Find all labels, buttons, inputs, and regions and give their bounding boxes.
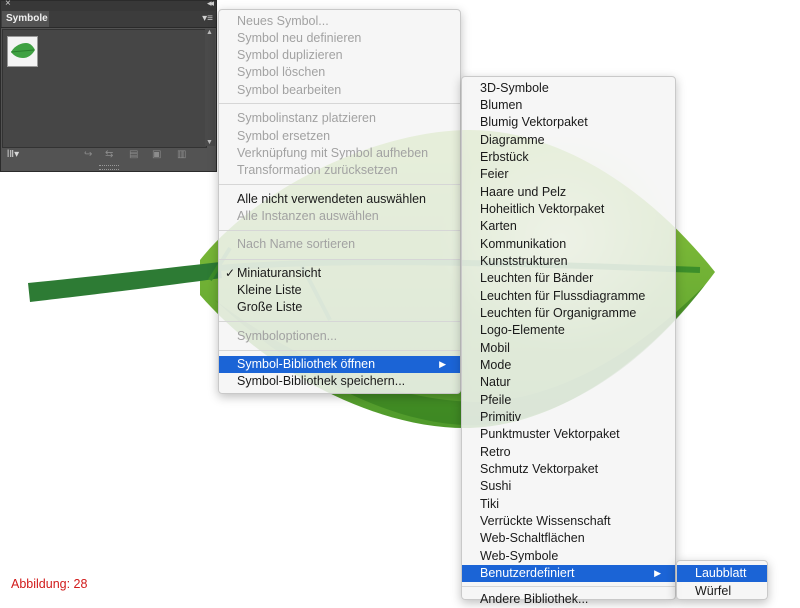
library-item[interactable]: Hoheitlich Vektorpaket: [462, 201, 675, 218]
menu-item-label: Symbol-Bibliothek öffnen: [237, 357, 376, 371]
menu-separator: [219, 103, 460, 104]
menu-item-select-all-instances[interactable]: Alle Instanzen auswählen: [219, 208, 460, 225]
menu-item-select-unused[interactable]: Alle nicht verwendeten auswählen: [219, 191, 460, 208]
menu-item-redefine-symbol[interactable]: Symbol neu definieren: [219, 30, 460, 47]
panel-flyout-menu: Neues Symbol... Symbol neu definieren Sy…: [218, 9, 461, 394]
library-item[interactable]: Schmutz Vektorpaket: [462, 461, 675, 478]
figure-caption: Abbildung: 28: [11, 577, 88, 591]
menu-separator: [462, 586, 675, 587]
library-item[interactable]: Logo-Elemente: [462, 322, 675, 339]
scroll-down-icon[interactable]: ▼: [206, 139, 213, 146]
library-item[interactable]: Natur: [462, 374, 675, 391]
library-item[interactable]: Leuchten für Bänder: [462, 270, 675, 287]
break-link-icon[interactable]: ⇆: [105, 149, 113, 160]
library-item[interactable]: Verrückte Wissenschaft: [462, 513, 675, 530]
tab-symbole[interactable]: Symbole: [2, 11, 49, 27]
collapse-icon[interactable]: ◂◂: [207, 0, 214, 9]
scroll-up-icon[interactable]: ▲: [206, 29, 213, 36]
menu-item-delete-symbol[interactable]: Symbol löschen: [219, 64, 460, 81]
panel-toolbar: lⅡ▾ ↪ ⇆ ▤ ▣ ▥: [1, 147, 216, 163]
library-item[interactable]: Kunststrukturen: [462, 253, 675, 270]
menu-item-new-symbol[interactable]: Neues Symbol...: [219, 13, 460, 30]
library-item[interactable]: Mobil: [462, 340, 675, 357]
leaf-stem: [28, 262, 222, 302]
custom-item-wuerfel[interactable]: Würfel: [677, 583, 767, 600]
panel-title-strip: × ◂◂: [1, 0, 216, 11]
library-item[interactable]: Pfeile: [462, 392, 675, 409]
panel-resize-grip[interactable]: [99, 165, 119, 170]
menu-separator: [219, 230, 460, 231]
panel-menu-icon[interactable]: ▾≡: [202, 13, 213, 24]
symbol-library-icon[interactable]: lⅡ▾: [7, 149, 19, 160]
menu-item-sort-by-name[interactable]: Nach Name sortieren: [219, 236, 460, 253]
place-instance-icon[interactable]: ↪: [84, 149, 92, 160]
menu-separator: [219, 259, 460, 260]
library-item[interactable]: Blumig Vektorpaket: [462, 114, 675, 131]
menu-separator: [219, 321, 460, 322]
menu-item-place-instance[interactable]: Symbolinstanz platzieren: [219, 110, 460, 127]
library-item-custom[interactable]: Benutzerdefiniert ▶: [462, 565, 675, 582]
custom-item-laubblatt[interactable]: Laubblatt: [677, 565, 767, 582]
library-item[interactable]: Feier: [462, 166, 675, 183]
library-item[interactable]: Tiki: [462, 496, 675, 513]
library-item[interactable]: Diagramme: [462, 132, 675, 149]
menu-item-label: Miniaturansicht: [237, 266, 322, 280]
library-item[interactable]: Erbstück: [462, 149, 675, 166]
menu-item-label: Benutzerdefiniert: [480, 566, 575, 580]
symbol-library-submenu: 3D-Symbole Blumen Blumig Vektorpaket Dia…: [461, 76, 676, 606]
custom-library-submenu: Laubblatt Würfel: [676, 560, 768, 600]
menu-item-save-symbol-library[interactable]: Symbol-Bibliothek speichern...: [219, 373, 460, 390]
menu-item-duplicate-symbol[interactable]: Symbol duplizieren: [219, 47, 460, 64]
symbol-thumbnail-laubblatt[interactable]: [7, 36, 38, 67]
library-item[interactable]: Punktmuster Vektorpaket: [462, 426, 675, 443]
menu-separator: [219, 350, 460, 351]
library-item[interactable]: Blumen: [462, 97, 675, 114]
submenu-arrow-icon: ▶: [439, 359, 446, 369]
menu-item-thumbnail-view[interactable]: ✓ Miniaturansicht: [219, 265, 460, 282]
library-item[interactable]: Web-Schaltflächen: [462, 530, 675, 547]
panel-scrollbar[interactable]: ▲ ▼: [205, 29, 215, 146]
library-item[interactable]: Web-Symbole: [462, 548, 675, 565]
library-item[interactable]: Kommunikation: [462, 236, 675, 253]
menu-item-edit-symbol[interactable]: Symbol bearbeiten: [219, 82, 460, 99]
library-item[interactable]: Retro: [462, 444, 675, 461]
symbol-options-icon[interactable]: ▤: [129, 149, 138, 160]
menu-separator: [219, 184, 460, 185]
menu-item-break-link[interactable]: Verknüpfung mit Symbol aufheben: [219, 145, 460, 162]
library-item[interactable]: 3D-Symbole: [462, 80, 675, 97]
menu-item-symbol-options[interactable]: Symboloptionen...: [219, 328, 460, 345]
symbols-panel: × ◂◂ Symbole ▾≡ ▲ ▼ lⅡ▾ ↪ ⇆ ▤ ▣ ▥: [0, 0, 217, 172]
trash-icon[interactable]: ▥: [177, 149, 186, 160]
panel-tab-row: Symbole ▾≡: [1, 11, 216, 28]
library-item[interactable]: Haare und Pelz: [462, 184, 675, 201]
library-item[interactable]: Sushi: [462, 478, 675, 495]
library-item[interactable]: Mode: [462, 357, 675, 374]
checkmark-icon: ✓: [225, 266, 236, 280]
symbols-list: [2, 29, 207, 148]
menu-item-open-symbol-library[interactable]: Symbol-Bibliothek öffnen ▶: [219, 356, 460, 373]
leaf-icon: [10, 43, 35, 58]
library-item[interactable]: Primitiv: [462, 409, 675, 426]
new-symbol-icon[interactable]: ▣: [152, 149, 161, 160]
submenu-arrow-icon: ▶: [654, 568, 661, 578]
menu-item-small-list[interactable]: Kleine Liste: [219, 282, 460, 299]
menu-item-reset-transformation[interactable]: Transformation zurücksetzen: [219, 162, 460, 179]
library-item[interactable]: Leuchten für Organigramme: [462, 305, 675, 322]
library-item[interactable]: Leuchten für Flussdiagramme: [462, 288, 675, 305]
close-icon[interactable]: ×: [5, 0, 11, 9]
library-item[interactable]: Karten: [462, 218, 675, 235]
menu-item-replace-symbol[interactable]: Symbol ersetzen: [219, 128, 460, 145]
menu-item-large-list[interactable]: Große Liste: [219, 299, 460, 316]
